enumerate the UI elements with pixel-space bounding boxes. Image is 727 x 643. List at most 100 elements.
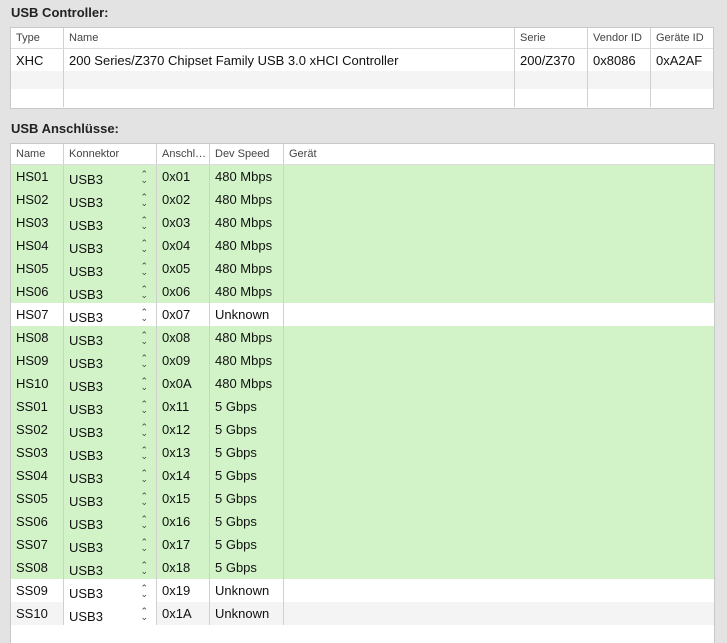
connector-select[interactable]: USB3 ⌃ ⌄	[64, 602, 157, 625]
connector-select[interactable]: USB3 ⌃ ⌄	[64, 303, 157, 326]
port-name: HS03	[11, 211, 64, 234]
port-address: 0x05	[157, 257, 210, 280]
connector-select[interactable]: USB3 ⌃ ⌄	[64, 349, 157, 372]
port-speed: 480 Mbps	[210, 349, 284, 372]
table-row[interactable]: SS04 USB3 ⌃ ⌄ 0x14 5 Gbps	[11, 464, 714, 487]
table-row[interactable]: SS05 USB3 ⌃ ⌄ 0x15 5 Gbps	[11, 487, 714, 510]
connector-select[interactable]: USB3 ⌃ ⌄	[64, 257, 157, 280]
table-row[interactable]: SS09 USB3 ⌃ ⌄ 0x19 Unknown	[11, 579, 714, 602]
port-address: 0x07	[157, 303, 210, 326]
table-row[interactable]: SS01 USB3 ⌃ ⌄ 0x11 5 Gbps	[11, 395, 714, 418]
port-address: 0x09	[157, 349, 210, 372]
port-name: HS08	[11, 326, 64, 349]
col-serie[interactable]: Serie	[515, 28, 588, 48]
connector-select[interactable]: USB3 ⌃ ⌄	[64, 211, 157, 234]
table-row[interactable]: HS03 USB3 ⌃ ⌄ 0x03 480 Mbps	[11, 211, 714, 234]
table-row[interactable]: HS07 USB3 ⌃ ⌄ 0x07 Unknown	[11, 303, 714, 326]
port-name: HS07	[11, 303, 64, 326]
connector-select[interactable]: USB3 ⌃ ⌄	[64, 234, 157, 257]
port-address: 0x0A	[157, 372, 210, 395]
table-row[interactable]: HS04 USB3 ⌃ ⌄ 0x04 480 Mbps	[11, 234, 714, 257]
connector-value: USB3	[69, 448, 103, 463]
connector-select[interactable]: USB3 ⌃ ⌄	[64, 326, 157, 349]
col-connector[interactable]: Konnektor	[64, 144, 157, 164]
port-name: HS05	[11, 257, 64, 280]
col-speed[interactable]: Dev Speed	[210, 144, 284, 164]
port-name: SS06	[11, 510, 64, 533]
port-name: SS09	[11, 579, 64, 602]
chevron-updown-icon: ⌃ ⌄	[140, 605, 148, 622]
chevron-updown-icon: ⌃ ⌄	[140, 421, 148, 438]
port-address: 0x01	[157, 165, 210, 188]
connector-select[interactable]: USB3 ⌃ ⌄	[64, 487, 157, 510]
port-speed: 5 Gbps	[210, 487, 284, 510]
port-device	[284, 326, 714, 349]
col-name[interactable]: Name	[11, 144, 64, 164]
table-row[interactable]: HS09 USB3 ⌃ ⌄ 0x09 480 Mbps	[11, 349, 714, 372]
col-device[interactable]: Gerät	[284, 144, 714, 164]
port-speed: 5 Gbps	[210, 441, 284, 464]
table-row[interactable]: HS06 USB3 ⌃ ⌄ 0x06 480 Mbps	[11, 280, 714, 303]
port-name: SS05	[11, 487, 64, 510]
chevron-updown-icon: ⌃ ⌄	[140, 214, 148, 231]
chevron-updown-icon: ⌃ ⌄	[140, 559, 148, 576]
chevron-updown-icon: ⌃ ⌄	[140, 444, 148, 461]
table-row[interactable]: SS02 USB3 ⌃ ⌄ 0x12 5 Gbps	[11, 418, 714, 441]
connector-select[interactable]: USB3 ⌃ ⌄	[64, 165, 157, 188]
col-type[interactable]: Type	[11, 28, 64, 48]
connector-select[interactable]: USB3 ⌃ ⌄	[64, 418, 157, 441]
connector-value: USB3	[69, 540, 103, 555]
connector-select[interactable]: USB3 ⌃ ⌄	[64, 533, 157, 556]
col-device[interactable]: Geräte ID	[651, 28, 713, 48]
table-row[interactable]: HS10 USB3 ⌃ ⌄ 0x0A 480 Mbps	[11, 372, 714, 395]
table-row[interactable]: HS02 USB3 ⌃ ⌄ 0x02 480 Mbps	[11, 188, 714, 211]
port-address: 0x18	[157, 556, 210, 579]
col-name[interactable]: Name	[64, 28, 515, 48]
chevron-updown-icon: ⌃ ⌄	[140, 375, 148, 392]
port-device	[284, 303, 714, 326]
port-name: SS07	[11, 533, 64, 556]
port-name: HS02	[11, 188, 64, 211]
chevron-updown-icon: ⌃ ⌄	[140, 260, 148, 277]
port-device	[284, 464, 714, 487]
port-device	[284, 165, 714, 188]
table-row[interactable]: HS05 USB3 ⌃ ⌄ 0x05 480 Mbps	[11, 257, 714, 280]
connector-select[interactable]: USB3 ⌃ ⌄	[64, 510, 157, 533]
port-address: 0x08	[157, 326, 210, 349]
table-row[interactable]: HS01 USB3 ⌃ ⌄ 0x01 480 Mbps	[11, 165, 714, 188]
device-cell: 0xA2AF	[656, 52, 703, 68]
table-row[interactable]: SS08 USB3 ⌃ ⌄ 0x18 5 Gbps	[11, 556, 714, 579]
port-name: SS08	[11, 556, 64, 579]
connector-value: USB3	[69, 356, 103, 371]
port-device	[284, 372, 714, 395]
connector-select[interactable]: USB3 ⌃ ⌄	[64, 464, 157, 487]
port-speed: Unknown	[210, 579, 284, 602]
table-row[interactable]: HS08 USB3 ⌃ ⌄ 0x08 480 Mbps	[11, 326, 714, 349]
chevron-updown-icon: ⌃ ⌄	[140, 467, 148, 484]
table-row[interactable]: SS07 USB3 ⌃ ⌄ 0x17 5 Gbps	[11, 533, 714, 556]
table-row[interactable]: SS06 USB3 ⌃ ⌄ 0x16 5 Gbps	[11, 510, 714, 533]
col-vendor[interactable]: Vendor ID	[588, 28, 651, 48]
connector-select[interactable]: USB3 ⌃ ⌄	[64, 188, 157, 211]
controller-table: Type Name Serie Vendor ID Geräte ID XHC …	[10, 27, 714, 109]
table-row[interactable]: SS03 USB3 ⌃ ⌄ 0x13 5 Gbps	[11, 441, 714, 464]
connector-select[interactable]: USB3 ⌃ ⌄	[64, 579, 157, 602]
connector-select[interactable]: USB3 ⌃ ⌄	[64, 395, 157, 418]
ports-table: Name Konnektor Anschl… Dev Speed Gerät H…	[10, 143, 715, 643]
port-speed: 480 Mbps	[210, 257, 284, 280]
col-port[interactable]: Anschl…	[157, 144, 210, 164]
connector-value: USB3	[69, 195, 103, 210]
connector-value: USB3	[69, 218, 103, 233]
port-name: SS01	[11, 395, 64, 418]
table-row[interactable]: XHC 200 Series/Z370 Chipset Family USB 3…	[11, 49, 713, 71]
port-address: 0x04	[157, 234, 210, 257]
connector-select[interactable]: USB3 ⌃ ⌄	[64, 441, 157, 464]
connector-value: USB3	[69, 310, 103, 325]
connector-select[interactable]: USB3 ⌃ ⌄	[64, 280, 157, 303]
port-speed: 480 Mbps	[210, 326, 284, 349]
vendor-cell: 0x8086	[588, 49, 651, 71]
table-row[interactable]: SS10 USB3 ⌃ ⌄ 0x1A Unknown	[11, 602, 714, 625]
connector-select[interactable]: USB3 ⌃ ⌄	[64, 556, 157, 579]
connector-select[interactable]: USB3 ⌃ ⌄	[64, 372, 157, 395]
port-name: SS04	[11, 464, 64, 487]
